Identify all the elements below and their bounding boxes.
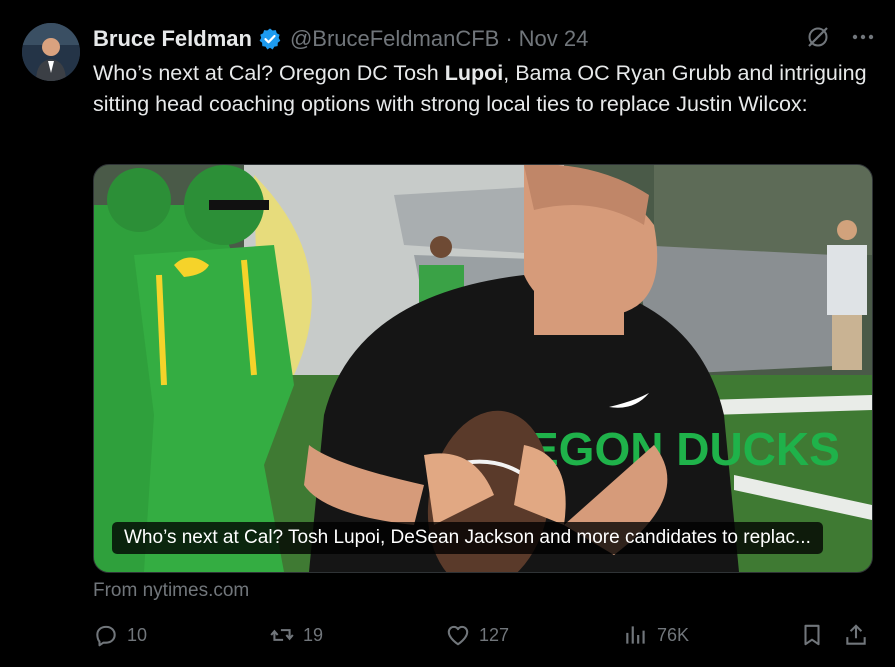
grok-icon[interactable] (805, 24, 831, 56)
share-button[interactable] (843, 620, 869, 650)
more-icon[interactable] (851, 25, 875, 55)
tweet-text-part-1: Who’s next at Cal? Oregon DC Tosh (93, 61, 445, 85)
reply-icon (96, 625, 116, 647)
views-icon (626, 626, 645, 644)
separator-dot: · (505, 26, 513, 51)
bookmark-icon (804, 624, 820, 646)
tweet-text: Who’s next at Cal? Oregon DC Tosh Lupoi,… (93, 58, 873, 120)
tweet-date[interactable]: Nov 24 (519, 26, 589, 52)
avatar-image (22, 23, 80, 81)
verified-badge-icon (258, 27, 282, 51)
tweet-text-highlight: Lupoi (444, 61, 504, 85)
repost-button[interactable]: 19 (269, 620, 323, 650)
author-name[interactable]: Bruce Feldman (93, 26, 252, 52)
action-bar: 10 19 127 76K (93, 620, 873, 650)
bookmark-button[interactable] (799, 620, 825, 650)
reply-count: 10 (127, 624, 148, 645)
like-count: 127 (479, 624, 510, 645)
repost-count: 19 (303, 624, 324, 645)
tweet-header: Bruce Feldman @BruceFeldmanCFB · Nov 24 (93, 24, 875, 54)
author-avatar[interactable] (22, 23, 80, 81)
reply-button[interactable]: 10 (93, 620, 147, 650)
share-icon (846, 624, 866, 645)
views-button[interactable]: 76K (623, 620, 689, 650)
like-button[interactable]: 127 (445, 620, 509, 650)
views-count: 76K (657, 624, 690, 645)
heart-icon (447, 625, 469, 646)
repost-icon (270, 629, 294, 641)
author-handle[interactable]: @BruceFeldmanCFB (290, 26, 499, 52)
link-source[interactable]: From nytimes.com (93, 580, 249, 602)
media-caption: Who’s next at Cal? Tosh Lupoi, DeSean Ja… (112, 522, 823, 554)
media-photo: OREGON DUCKS (94, 165, 872, 572)
link-card-media[interactable]: OREGON DUCKS Who’s next at Cal? Tosh Lup… (93, 164, 873, 573)
